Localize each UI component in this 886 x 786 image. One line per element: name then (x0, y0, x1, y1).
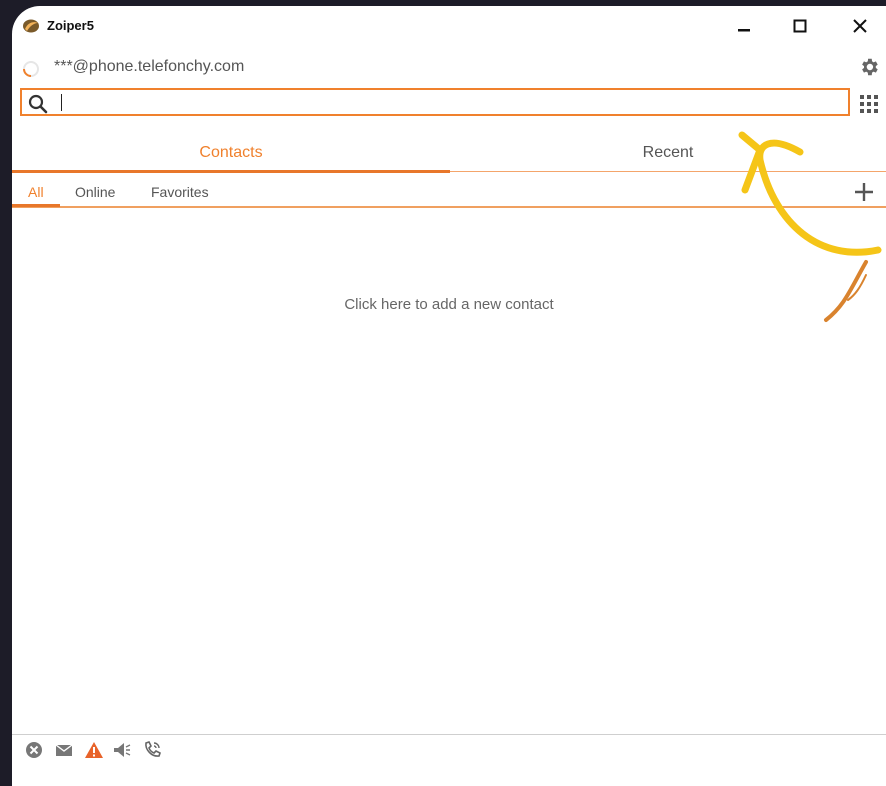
minimize-icon (738, 29, 750, 32)
tab-contacts[interactable]: Contacts (12, 136, 450, 170)
plus-icon[interactable] (852, 180, 876, 204)
gear-icon[interactable] (858, 56, 880, 78)
tab-recent[interactable]: Recent (450, 136, 886, 170)
filter-favorites[interactable]: Favorites (151, 184, 209, 200)
add-contact-link[interactable]: Click here to add a new contact (344, 296, 553, 313)
zoiper-window: Zoiper5 ***@phone.telefonchy.com Contact… (12, 6, 886, 786)
filter-all-underline (12, 204, 60, 207)
speaker-icon[interactable] (112, 740, 132, 760)
messages-icon[interactable] (54, 740, 74, 760)
call-icon[interactable] (142, 740, 162, 760)
title-bar[interactable]: Zoiper5 (12, 6, 886, 42)
account-address: ***@phone.telefonchy.com (54, 58, 245, 75)
contacts-empty-state: Click here to add a new contact (12, 296, 886, 313)
account-row: ***@phone.telefonchy.com (12, 50, 886, 82)
close-button[interactable] (840, 12, 880, 40)
maximize-button[interactable] (780, 12, 820, 40)
tab-contacts-underline (12, 170, 450, 173)
registration-spinner-icon (23, 61, 39, 77)
window-title: Zoiper5 (47, 18, 94, 33)
close-icon (853, 19, 867, 33)
filter-all[interactable]: All (28, 184, 44, 200)
minimize-button[interactable] (724, 12, 764, 40)
search-box[interactable] (20, 88, 850, 116)
contact-filters: All Online Favorites (12, 178, 886, 208)
main-tabs: Contacts Recent (12, 136, 886, 174)
zoiper-logo-icon (23, 19, 39, 33)
text-caret (61, 94, 62, 111)
search-icon (28, 94, 48, 114)
not-connected-icon[interactable] (24, 740, 44, 760)
filter-divider (12, 206, 886, 208)
statusbar-divider (12, 734, 886, 735)
filter-online[interactable]: Online (75, 184, 115, 200)
warning-icon[interactable] (84, 740, 104, 760)
maximize-icon (793, 19, 807, 33)
dialpad-icon[interactable] (859, 94, 879, 114)
tab-divider (450, 171, 886, 172)
search-input[interactable] (58, 92, 842, 114)
